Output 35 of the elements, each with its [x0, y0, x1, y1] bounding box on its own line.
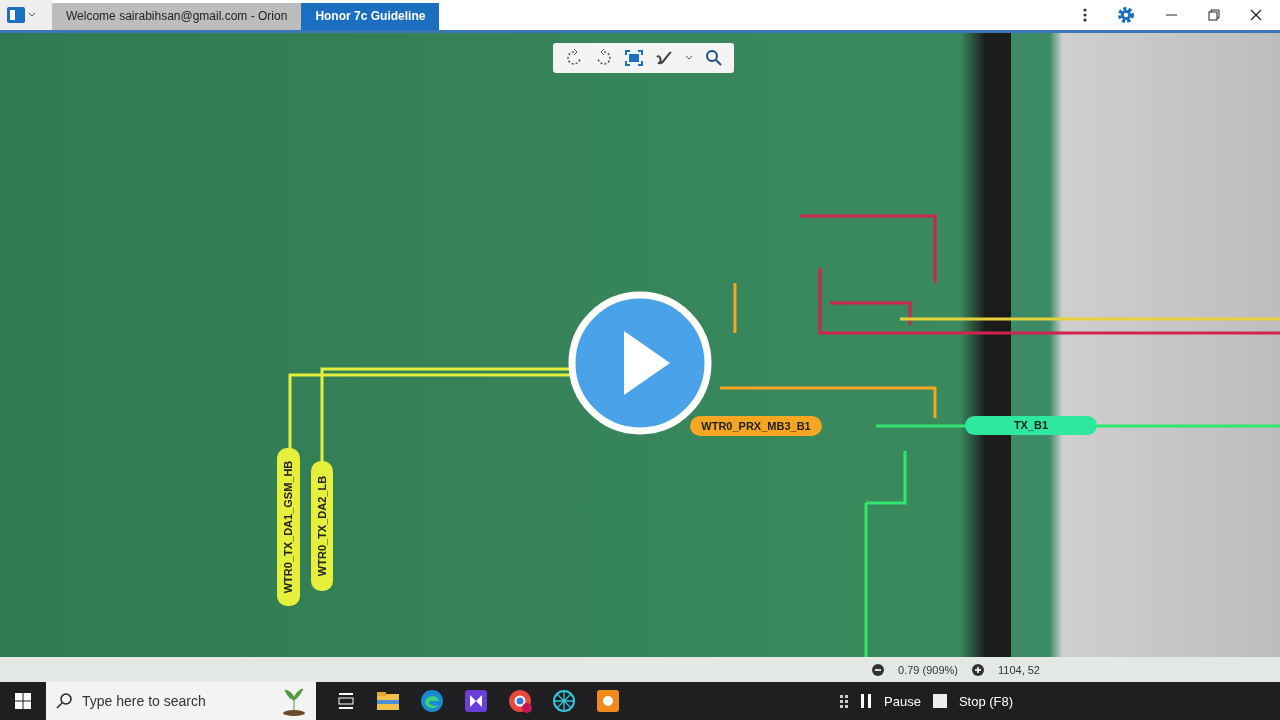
plant-icon: [282, 686, 306, 716]
rotate-right-icon[interactable]: [595, 48, 613, 67]
drag-handle-icon[interactable]: [840, 694, 848, 708]
folder-icon[interactable]: [376, 690, 400, 712]
search-field[interactable]: Type here to search: [46, 682, 316, 720]
cursor-coordinates: 1104, 52: [998, 663, 1040, 676]
pause-icon[interactable]: [860, 693, 872, 709]
fit-screen-icon[interactable]: [625, 49, 643, 66]
app-menu-icon[interactable]: [6, 5, 26, 24]
network-globe-icon[interactable]: [552, 689, 576, 713]
stop-icon[interactable]: [932, 694, 947, 708]
browser-icon[interactable]: [420, 689, 444, 713]
pen-icon[interactable]: [655, 48, 673, 67]
restore-icon[interactable]: [1208, 8, 1220, 21]
tab[interactable]: Welcome sairabihsan@gmail.com - Orion: [52, 3, 302, 30]
windows-start-icon[interactable]: [15, 693, 31, 709]
video-editor-icon[interactable]: [464, 689, 488, 713]
task-view-icon[interactable]: [336, 691, 356, 711]
zoom-level: 0.79 (909%): [898, 663, 958, 676]
rotate-left-icon[interactable]: [565, 48, 583, 67]
search-icon[interactable]: [705, 49, 722, 67]
recorder-app-icon[interactable]: [596, 689, 620, 713]
search-icon: [56, 693, 72, 709]
zoom-out-icon[interactable]: [872, 663, 885, 676]
settings-icon[interactable]: [1117, 5, 1135, 24]
stop-label[interactable]: Stop (F8): [958, 693, 1014, 709]
tab[interactable]: Honor 7c Guideline: [301, 3, 440, 30]
pause-label[interactable]: Pause: [884, 693, 921, 709]
more-options-icon[interactable]: [1083, 7, 1087, 22]
caret-icon[interactable]: [685, 54, 693, 62]
caret-icon[interactable]: [28, 11, 36, 19]
net-label[interactable]: WTR0_TX_DA2_LB: [311, 460, 333, 591]
zoom-in-icon[interactable]: [972, 663, 984, 676]
close-icon[interactable]: [1250, 8, 1262, 21]
net-label[interactable]: WTR0_TX_DA1_GSM_HB: [277, 447, 300, 606]
